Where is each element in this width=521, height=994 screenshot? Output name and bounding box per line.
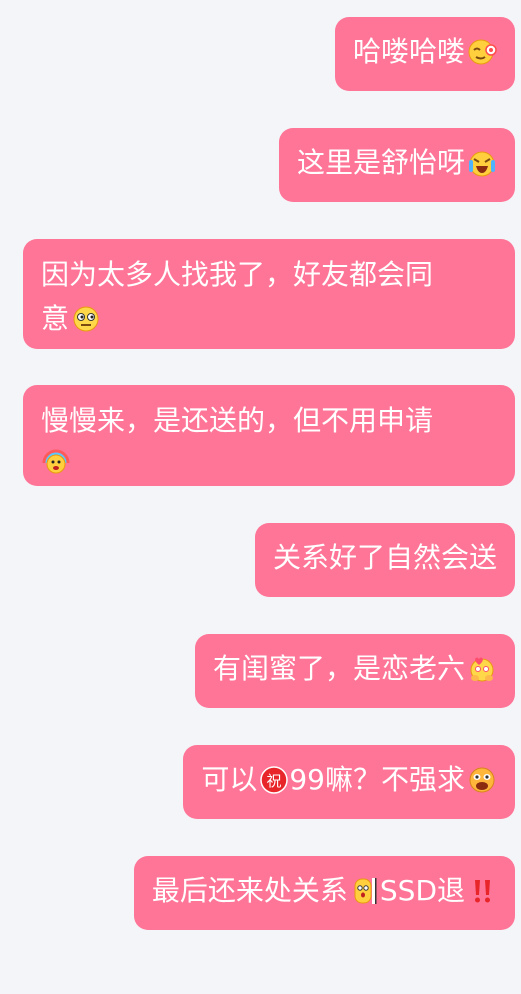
message-bubble[interactable]: 最后还来处关系 SSD退 xyxy=(133,856,515,930)
message-text: 有闺蜜了，是恋老六 xyxy=(212,652,465,685)
message-text: 这里是舒怡呀 xyxy=(296,146,465,179)
peeking-emoji-icon xyxy=(350,876,380,906)
message-text-line-1: 慢慢来，是还送的，但不用申请 xyxy=(41,404,434,437)
blessing-badge-text: 祝 xyxy=(267,772,282,790)
blessing-badge-icon: 祝 xyxy=(259,765,289,795)
message-text: 哈喽哈喽 xyxy=(352,35,465,68)
message-bubble[interactable]: 这里是舒怡呀 xyxy=(278,128,515,202)
skeptical-face-emoji-icon xyxy=(71,304,101,334)
chat-conversation: 哈喽哈喽 这里是舒怡呀 因为太多人找我了，好友都会同 意 慢慢来，是还送的，但不… xyxy=(0,0,521,994)
message-bubble[interactable]: 有闺蜜了，是恋老六 xyxy=(194,634,515,708)
message-text-line-2: 意 xyxy=(41,297,497,341)
message-text-line-2 xyxy=(41,443,497,487)
message-bubble[interactable]: 慢慢来，是还送的，但不用申请 xyxy=(23,385,515,486)
message-text: 最后还来处关系 xyxy=(151,874,348,907)
message-text: 可以 xyxy=(201,763,258,796)
rainbow-party-emoji-icon xyxy=(41,446,71,476)
message-bubble[interactable]: 可以 祝 99嘛？不强求 xyxy=(183,745,515,819)
message-text: SSD退 xyxy=(379,874,465,907)
message-text: 99嘛？不强求 xyxy=(289,763,465,796)
laughing-crying-emoji-icon xyxy=(467,148,497,178)
blushing-smile-emoji-icon xyxy=(467,37,497,67)
message-bubble[interactable]: 因为太多人找我了，好友都会同 意 xyxy=(23,239,515,349)
double-exclamation-icon xyxy=(467,876,497,906)
message-text: 关系好了自然会送 xyxy=(272,541,497,574)
pleading-dog-emoji-icon xyxy=(467,765,497,795)
message-text-line-1: 因为太多人找我了，好友都会同 xyxy=(41,258,434,291)
message-bubble[interactable]: 哈喽哈喽 xyxy=(334,17,515,91)
message-bubble[interactable]: 关系好了自然会送 xyxy=(254,523,515,597)
message-text: 意 xyxy=(41,302,70,335)
love-hug-emoji-icon xyxy=(467,654,497,684)
